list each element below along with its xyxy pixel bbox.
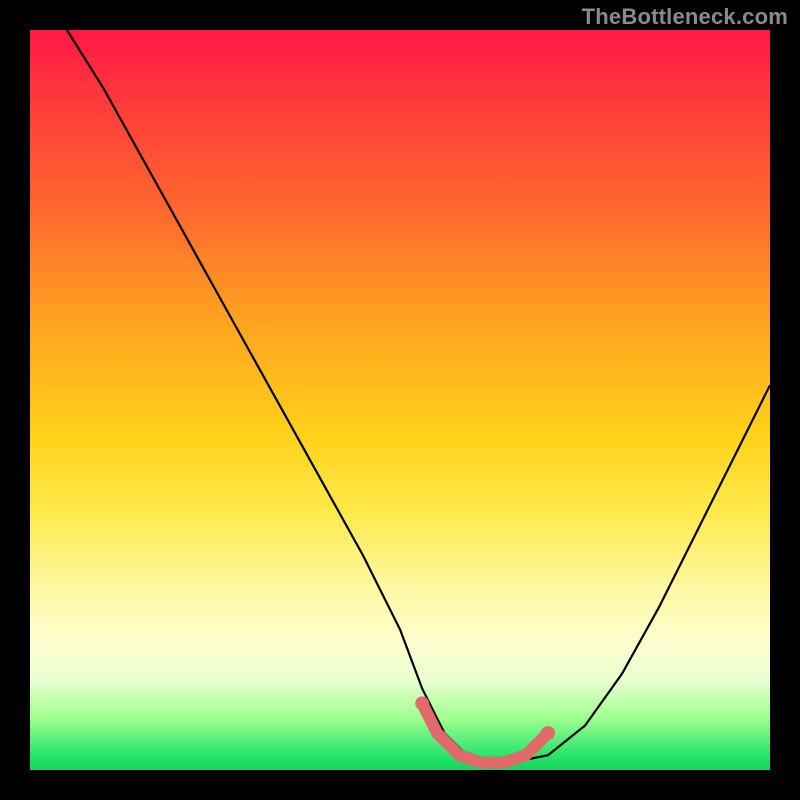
optimal-zone-highlight — [422, 703, 548, 762]
chart-svg — [30, 30, 770, 770]
chart-frame: TheBottleneck.com — [0, 0, 800, 800]
optimal-zone-start-dot — [415, 696, 429, 710]
watermark-text: TheBottleneck.com — [582, 4, 788, 30]
bottleneck-curve — [67, 30, 770, 763]
chart-plot-area — [30, 30, 770, 770]
optimal-zone-end-dot — [541, 726, 555, 740]
